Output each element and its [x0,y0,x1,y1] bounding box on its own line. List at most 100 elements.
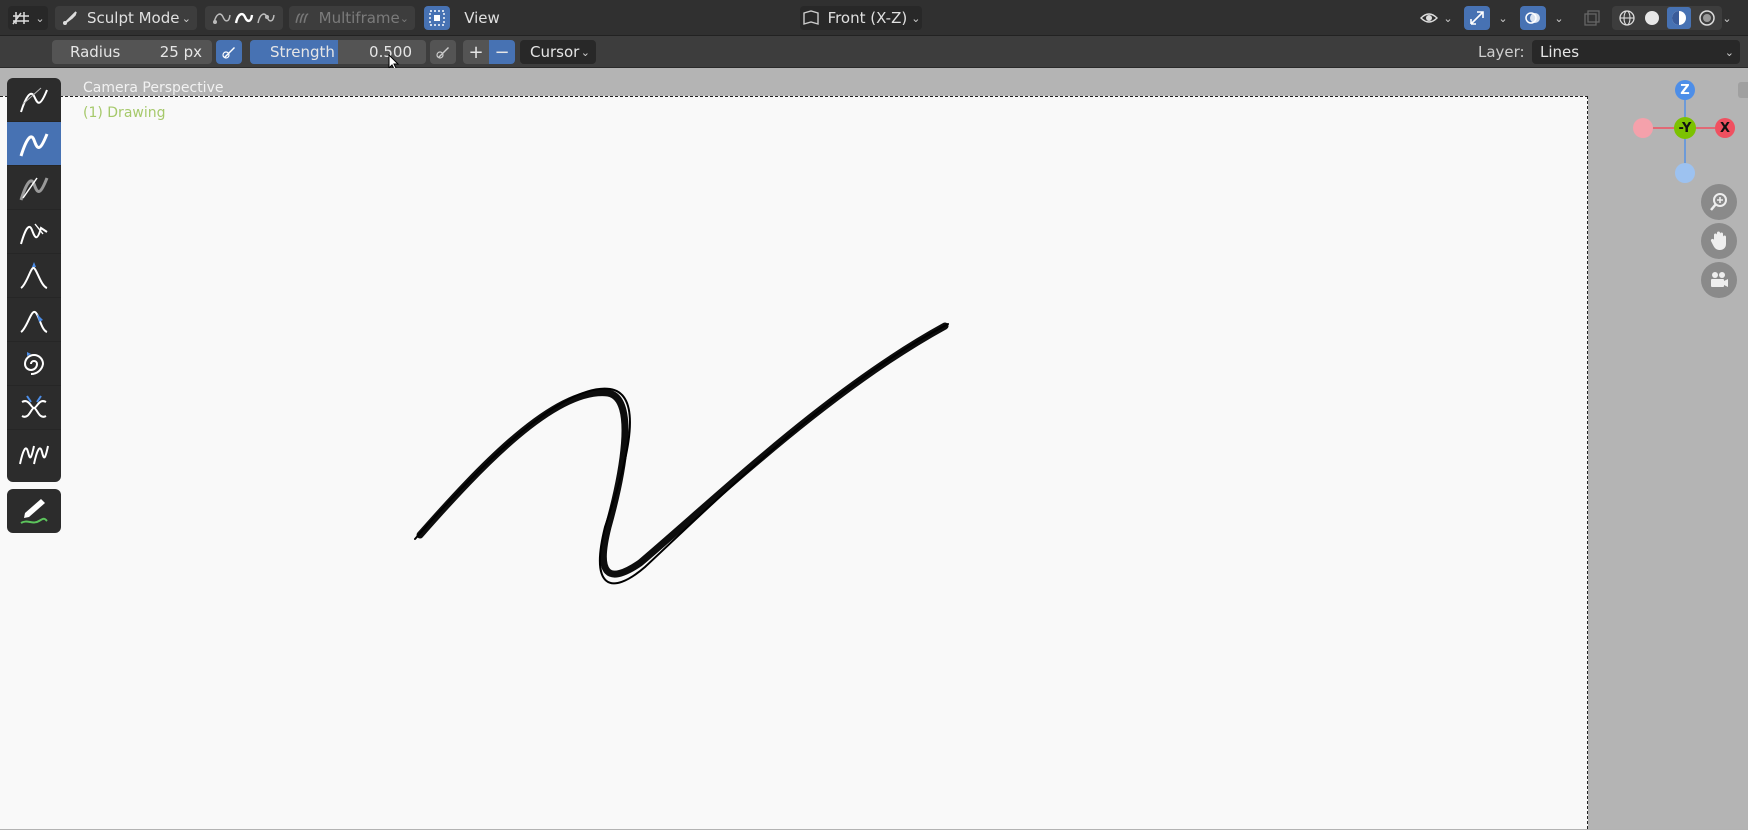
smooth-brush-tool[interactable] [7,78,61,122]
chevron-down-icon: ⌄ [1498,11,1508,25]
radius-field[interactable]: Radius 25 px [52,40,212,64]
radius-value: 25 px [159,43,202,61]
sidebar-toggle[interactable] [1738,82,1748,98]
drawn-stroke [414,322,949,585]
strength-pressure-button[interactable] [430,40,456,64]
gizmo-dropdown[interactable]: ⌄ [1492,6,1510,30]
view-perspective-text: Camera Perspective [83,80,224,96]
smooth-brush-icon [20,87,48,112]
overlays-toggle-button[interactable] [1520,6,1546,30]
select-strokes-icon[interactable] [233,9,255,27]
strength-brush-icon [19,176,49,200]
subtract-direction-button[interactable]: − [489,40,515,64]
gizmo-toggle-button[interactable] [1464,6,1490,30]
camera-canvas[interactable] [0,96,1588,829]
push-brush-tool[interactable] [7,298,61,342]
grease-pencil-editor-icon [12,12,30,25]
thickness-brush-icon [19,132,49,156]
chevron-down-icon: ⌄ [1722,11,1732,25]
pinch-brush-tool[interactable] [7,386,61,430]
annotate-tool[interactable] [7,489,61,533]
clone-brush-icon [19,445,49,465]
auto-masking-button[interactable] [424,6,450,30]
mode-selector[interactable]: Sculpt Mode ⌄ [55,6,197,30]
select-points-icon[interactable] [211,9,233,27]
rendered-shading-icon[interactable] [1698,9,1716,27]
camera-view-button[interactable] [1701,262,1737,298]
material-shading-button[interactable] [1667,7,1692,29]
layer-dropdown[interactable]: Lines ⌄ [1532,40,1740,64]
eye-icon [1420,13,1439,23]
multiframe-toggle[interactable]: Multiframe ⌄ [289,6,415,30]
x-axis-handle[interactable]: X [1715,118,1735,138]
plus-icon: + [468,41,484,63]
tool-settings-bar: Radius 25 px Strength 0.500 + − Cursor ⌄… [0,36,1748,72]
pen-pressure-icon [436,47,449,59]
neg-x-axis-handle[interactable] [1633,118,1653,138]
pen-pressure-icon [222,47,235,59]
layer-label: Layer: [1478,43,1525,61]
wireframe-shading-icon[interactable] [1618,9,1636,27]
randomize-brush-tool[interactable] [7,210,61,254]
chevron-down-icon: ⌄ [580,45,590,59]
camera-icon [1711,272,1728,287]
sculpt-brush-icon [63,11,77,25]
neg-y-axis-handle[interactable]: -Y [1674,117,1696,139]
grab-brush-icon [20,261,48,289]
chevron-down-icon: ⌄ [1724,45,1734,59]
xray-toggle-button[interactable] [1580,6,1604,30]
object-visibility-dropdown[interactable]: ⌄ [1416,6,1456,30]
radius-label: Radius [70,43,121,61]
editor-type-button[interactable]: ⌄ [8,6,48,30]
multiframe-label: Multiframe [318,9,400,27]
clone-brush-tool[interactable] [7,430,61,474]
chevron-down-icon: ⌄ [1554,11,1564,25]
select-segments-icon[interactable] [255,9,277,27]
solid-shading-icon[interactable] [1643,9,1661,27]
minus-icon: − [494,41,510,63]
camera-view-icon [802,10,819,25]
layer-value: Lines [1540,43,1580,61]
xray-icon [1584,10,1600,26]
strength-label: Strength [270,43,335,61]
grab-brush-tool[interactable] [7,254,61,298]
active-object-text: (1) Drawing [83,105,166,121]
z-axis-handle[interactable]: Z [1675,80,1695,100]
multiframe-icon [295,13,309,23]
tool-shelf [7,78,61,482]
chevron-down-icon: ⌄ [399,11,409,25]
view-orientation-dropdown[interactable]: Front (X-Z) ⌄ [800,6,922,30]
viewport-header: ⌄ Sculpt Mode ⌄ Multiframe ⌄ View Front … [0,0,1748,36]
3d-viewport[interactable]: Camera Perspective (1) Drawing -Y X Z [0,68,1748,829]
falloff-label: Cursor [530,43,580,61]
strength-brush-tool[interactable] [7,166,61,210]
view-orientation-label: Front (X-Z) [827,9,908,27]
shading-dropdown[interactable]: ⌄ [1716,6,1734,30]
view-menu[interactable]: View [462,6,502,30]
add-direction-button[interactable]: + [463,40,489,64]
thickness-brush-tool[interactable] [7,122,61,166]
mode-label: Sculpt Mode [87,9,180,27]
chevron-down-icon: ⌄ [181,11,191,25]
view-menu-label: View [464,9,500,27]
chevron-down-icon: ⌄ [1443,11,1453,25]
hand-icon [1710,231,1726,250]
push-brush-icon [20,310,48,333]
selection-mask-group [205,6,283,30]
radius-pressure-button[interactable] [216,40,242,64]
twist-brush-tool[interactable] [7,342,61,386]
pinch-brush-icon [21,394,47,418]
mask-select-icon [429,10,445,26]
twist-brush-icon [23,351,45,375]
overlays-dropdown[interactable]: ⌄ [1548,6,1566,30]
pan-button[interactable] [1701,223,1737,259]
randomize-brush-icon [20,223,48,244]
chevron-down-icon: ⌄ [911,11,921,25]
chevron-down-icon: ⌄ [35,11,45,25]
neg-z-axis-handle[interactable] [1675,163,1695,183]
zoom-button[interactable] [1701,184,1737,220]
falloff-dropdown[interactable]: Cursor ⌄ [520,40,596,64]
shading-mode-group [1612,6,1722,30]
annotate-pencil-icon [20,499,48,524]
material-preview-icon [1672,11,1687,25]
